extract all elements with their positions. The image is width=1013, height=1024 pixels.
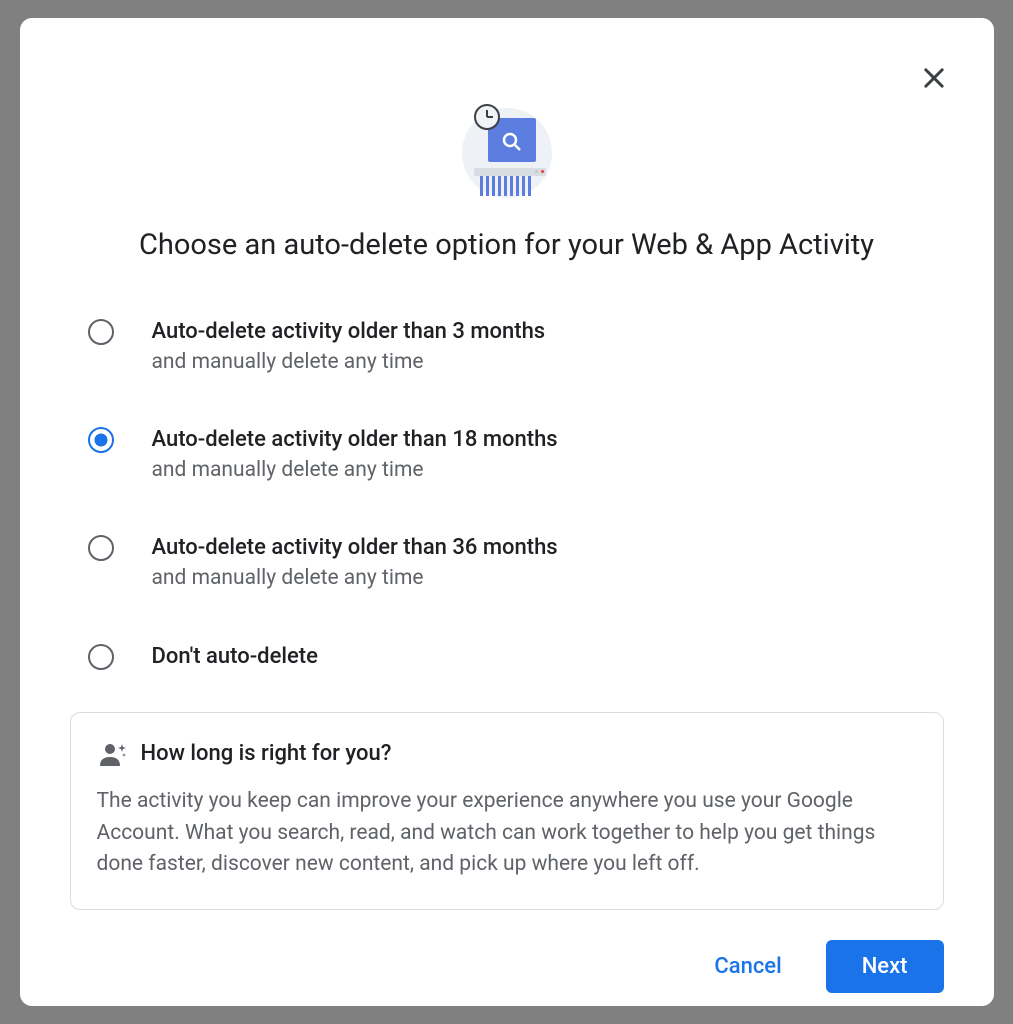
option-text: Auto-delete activity older than 3 months… — [152, 317, 546, 377]
option-36-months[interactable]: Auto-delete activity older than 36 month… — [88, 533, 944, 593]
option-sublabel: and manually delete any time — [152, 564, 558, 593]
option-text: Auto-delete activity older than 18 month… — [152, 425, 558, 485]
option-text: Auto-delete activity older than 36 month… — [152, 533, 558, 593]
radio-button[interactable] — [88, 644, 114, 670]
dialog-title: Choose an auto-delete option for your We… — [139, 228, 874, 262]
radio-button[interactable] — [88, 535, 114, 561]
option-label: Auto-delete activity older than 36 month… — [152, 533, 558, 564]
option-label: Auto-delete activity older than 18 month… — [152, 425, 558, 456]
shredder-clock-icon — [462, 108, 552, 198]
option-3-months[interactable]: Auto-delete activity older than 3 months… — [88, 317, 944, 377]
dialog-header: Choose an auto-delete option for your We… — [70, 108, 944, 262]
option-label: Don't auto-delete — [152, 642, 318, 673]
options-list: Auto-delete activity older than 3 months… — [70, 317, 944, 712]
cancel-button[interactable]: Cancel — [698, 942, 797, 991]
info-title: How long is right for you? — [141, 741, 392, 766]
option-dont-auto-delete[interactable]: Don't auto-delete — [88, 642, 944, 673]
close-icon — [920, 64, 948, 92]
option-sublabel: and manually delete any time — [152, 348, 546, 377]
option-sublabel: and manually delete any time — [152, 456, 558, 485]
info-body: The activity you keep can improve your e… — [97, 786, 917, 881]
radio-button[interactable] — [88, 427, 114, 453]
dialog-footer: Cancel Next — [70, 910, 944, 993]
option-label: Auto-delete activity older than 3 months — [152, 317, 546, 348]
next-button[interactable]: Next — [826, 940, 944, 993]
close-button[interactable] — [914, 58, 954, 98]
radio-button[interactable] — [88, 319, 114, 345]
info-box: How long is right for you? The activity … — [70, 712, 944, 910]
option-18-months[interactable]: Auto-delete activity older than 18 month… — [88, 425, 944, 485]
auto-delete-dialog: Choose an auto-delete option for your We… — [20, 18, 994, 1006]
person-sparkle-icon — [97, 742, 127, 766]
info-header: How long is right for you? — [97, 741, 917, 766]
option-text: Don't auto-delete — [152, 642, 318, 673]
